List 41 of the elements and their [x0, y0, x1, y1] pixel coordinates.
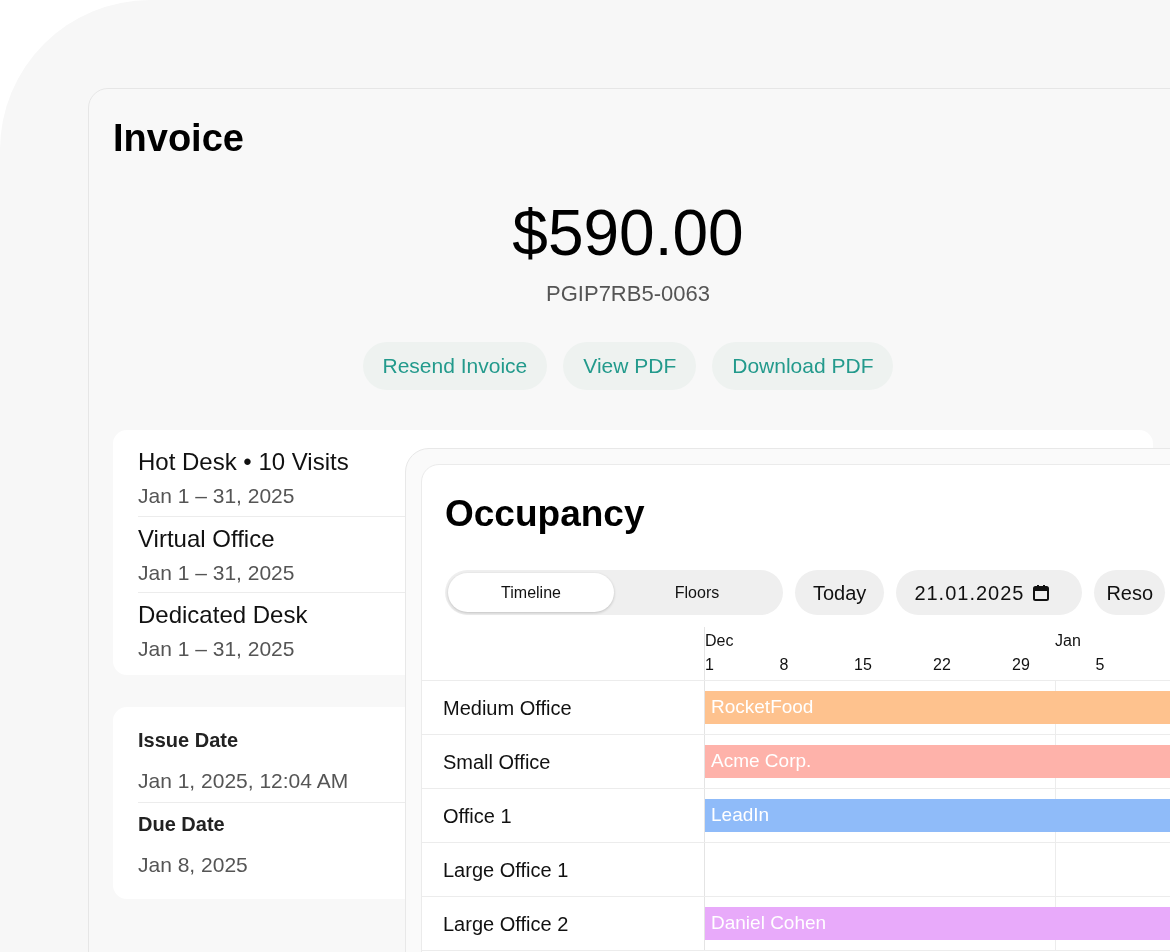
- date-label: Due Date: [138, 812, 225, 837]
- date-field[interactable]: 21.01.2025: [896, 570, 1083, 615]
- line-item-name: Hot Desk • 10 Visits: [138, 447, 349, 477]
- booking-bar[interactable]: LeadIn: [705, 799, 1170, 832]
- day-tick-label: 22: [932, 655, 952, 675]
- resource-name: Large Office 1: [442, 857, 570, 883]
- date-value: Jan 1, 2025, 12:04 AM: [138, 767, 349, 794]
- line-item-dates: Jan 1 – 31, 2025: [138, 636, 295, 662]
- day-tick-label: 1: [705, 655, 715, 675]
- view-tab[interactable]: Floors: [614, 573, 780, 612]
- calendar-icon: [1032, 583, 1051, 602]
- day-tick-label: 29: [1011, 655, 1031, 675]
- invoice-number: PGIP7RB5-0063: [546, 280, 710, 308]
- booking-bar[interactable]: Acme Corp.: [705, 745, 1170, 778]
- view-tab[interactable]: Timeline: [448, 573, 614, 612]
- line-item-dates: Jan 1 – 31, 2025: [138, 559, 295, 586]
- month-label: Jan: [1055, 631, 1081, 651]
- resources-button[interactable]: Reso: [1094, 570, 1166, 615]
- line-item-name: Dedicated Desk: [138, 600, 308, 630]
- line-item-dates: Jan 1 – 31, 2025: [138, 483, 295, 509]
- invoice-action-button[interactable]: Download PDF: [712, 342, 894, 390]
- booking-bar[interactable]: Daniel Cohen: [705, 907, 1170, 940]
- resource-name: Small Office: [442, 749, 552, 775]
- date-value-text: 21.01.2025: [914, 580, 1025, 606]
- line-item-name: Virtual Office: [138, 523, 275, 554]
- resource-name: Large Office 2: [442, 911, 570, 937]
- date-label: Issue Date: [138, 727, 239, 753]
- day-tick-label: 8: [778, 655, 790, 675]
- invoice-amount: $590.00: [512, 201, 744, 265]
- month-label: Dec: [705, 631, 734, 651]
- invoice-action-button[interactable]: Resend Invoice: [362, 342, 548, 390]
- invoice-title: Invoice: [113, 119, 245, 157]
- day-tick-label: 5: [1094, 655, 1106, 675]
- date-value: Jan 8, 2025: [138, 852, 248, 878]
- occupancy-title: Occupancy: [445, 495, 646, 532]
- day-tick-label: 15: [853, 655, 873, 675]
- invoice-action-button[interactable]: View PDF: [563, 342, 697, 390]
- resource-name: Office 1: [442, 803, 513, 829]
- today-button[interactable]: Today: [795, 570, 885, 615]
- booking-bar[interactable]: RocketFood: [705, 691, 1170, 724]
- resource-name: Medium Office: [442, 695, 573, 721]
